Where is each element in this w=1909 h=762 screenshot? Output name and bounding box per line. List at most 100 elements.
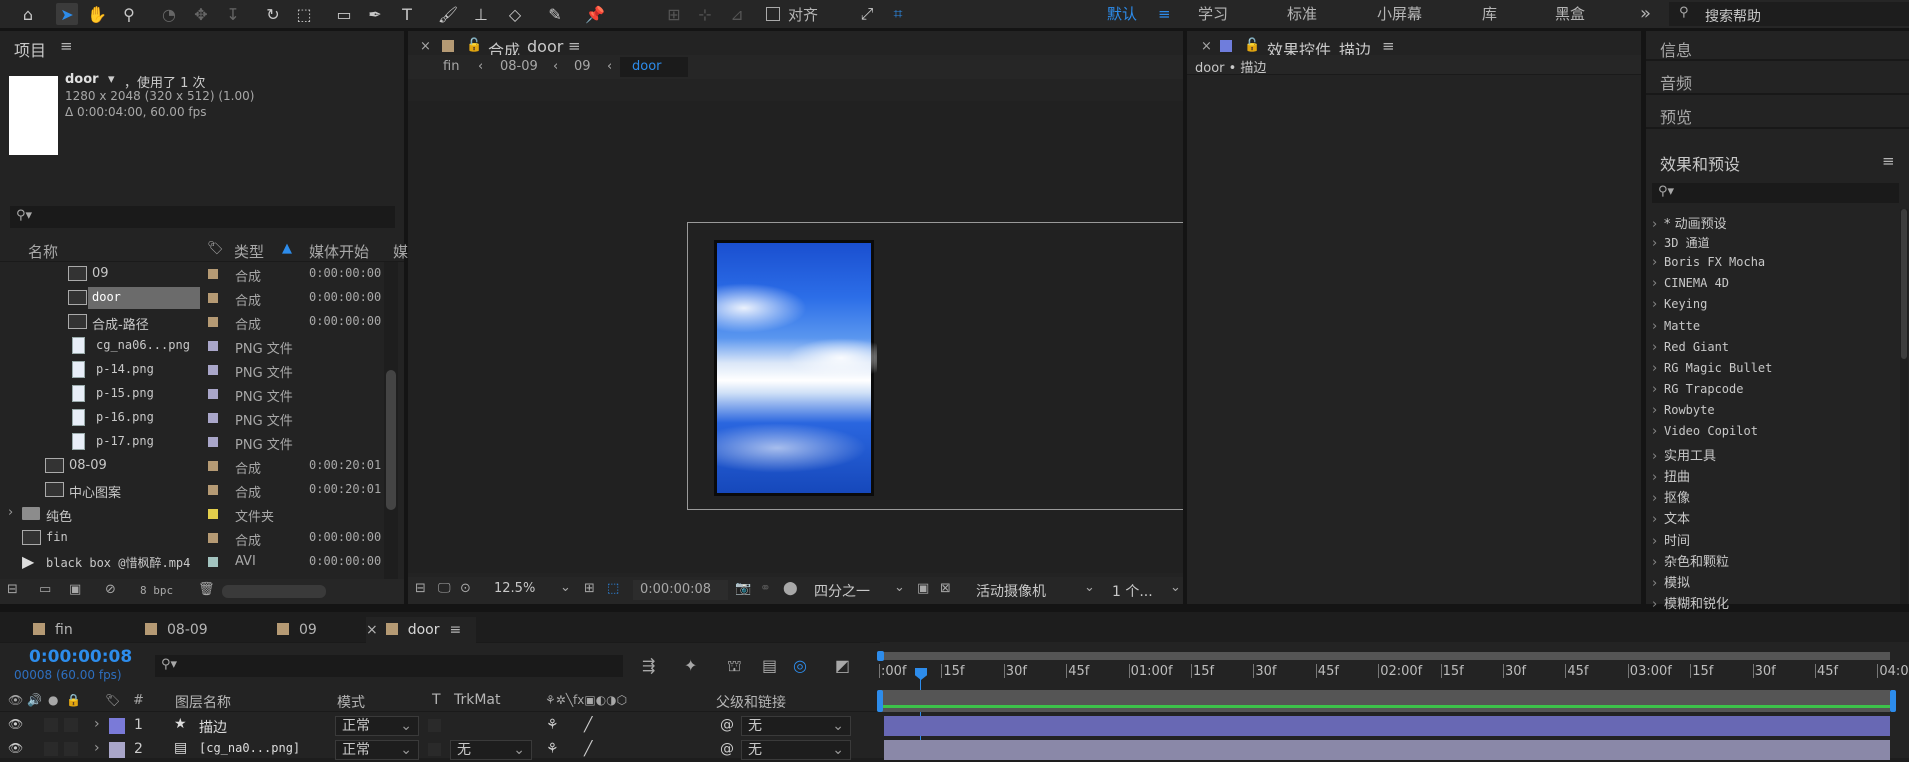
align-checkbox[interactable] bbox=[766, 7, 780, 21]
project-row[interactable]: fin 合成 0:00:00:00 bbox=[0, 526, 382, 550]
preserve-transparency-toggle[interactable] bbox=[428, 743, 441, 756]
timeline-search-input[interactable]: ⚲▾ bbox=[155, 655, 623, 677]
effects-category[interactable]: › Boris FX Mocha bbox=[1652, 255, 1765, 276]
snap-icon-3[interactable]: ⊿ bbox=[726, 3, 748, 25]
new-comp-icon[interactable]: ▣ bbox=[69, 582, 81, 597]
project-row[interactable]: › 纯色 文件夹 bbox=[0, 502, 382, 526]
effects-presets-menu-icon[interactable]: ≡ bbox=[1882, 152, 1895, 170]
rotate-tool-icon[interactable]: ↻ bbox=[262, 3, 284, 25]
effects-category[interactable]: › Red Giant bbox=[1652, 340, 1729, 361]
project-search-input[interactable]: ⚲▾ bbox=[10, 206, 395, 228]
label-color[interactable] bbox=[208, 389, 218, 399]
lock-toggle[interactable] bbox=[64, 742, 78, 756]
chevron-down-icon[interactable]: ⌄ bbox=[560, 580, 571, 595]
project-settings-icon[interactable]: ⊘ bbox=[105, 582, 116, 597]
brush-tool-icon[interactable]: 🖌 bbox=[437, 3, 459, 25]
selection-tool-icon[interactable]: ➤ bbox=[56, 3, 78, 25]
close-tab-icon[interactable]: × bbox=[420, 39, 431, 54]
effects-scrollbar[interactable] bbox=[1900, 209, 1908, 604]
effects-category[interactable]: › 3D 通道 bbox=[1652, 234, 1710, 255]
project-row[interactable]: 合成-路径 合成 0:00:00:00 bbox=[0, 310, 382, 334]
dolly-tool-icon[interactable]: ↧ bbox=[222, 3, 244, 25]
snap-frame-icon[interactable]: ⌗ bbox=[887, 3, 909, 25]
chevron-down-icon[interactable]: ⌄ bbox=[1170, 580, 1181, 595]
zoom-tool-icon[interactable]: ⚲ bbox=[118, 3, 140, 25]
col-trkmat[interactable]: TrkMat bbox=[454, 692, 501, 708]
close-tab-icon[interactable]: × bbox=[1201, 39, 1212, 54]
info-panel-header[interactable]: 信息 bbox=[1646, 31, 1909, 61]
effect-menu-icon[interactable]: ≡ bbox=[1382, 37, 1395, 55]
pen-tool-icon[interactable]: ✒ bbox=[364, 3, 386, 25]
workspace-library[interactable]: 库 bbox=[1482, 0, 1497, 28]
project-menu-icon[interactable]: ≡ bbox=[60, 37, 73, 55]
solo-toggle[interactable] bbox=[44, 718, 58, 732]
chevron-down-icon[interactable]: ⌄ bbox=[1084, 580, 1095, 595]
effects-category[interactable]: › CINEMA 4D bbox=[1652, 276, 1729, 297]
roi-icon[interactable]: ⬚ bbox=[607, 581, 619, 596]
roto-brush-icon[interactable]: ✎ bbox=[544, 3, 566, 25]
project-row[interactable]: door 合成 0:00:00:00 bbox=[0, 286, 382, 310]
transparency-grid-icon[interactable]: ▣ bbox=[917, 581, 929, 596]
effects-category[interactable]: › 模拟 bbox=[1652, 572, 1690, 593]
effects-category[interactable]: › 文本 bbox=[1652, 508, 1690, 529]
draft-3d-icon[interactable]: ✦ bbox=[684, 656, 697, 675]
eye-icon[interactable]: 👁 bbox=[8, 741, 23, 755]
scroll-thumb[interactable] bbox=[386, 370, 396, 510]
work-area-in-handle[interactable] bbox=[877, 690, 883, 712]
chevron-right-icon[interactable]: › bbox=[94, 740, 100, 756]
effects-category[interactable]: › Matte bbox=[1652, 319, 1700, 340]
chevron-right-icon[interactable]: › bbox=[94, 716, 100, 732]
workspace-menu-icon[interactable]: ≡ bbox=[1158, 0, 1171, 28]
eraser-tool-icon[interactable]: ◇ bbox=[504, 3, 526, 25]
project-row[interactable]: p-16.png PNG 文件 bbox=[0, 406, 382, 430]
preview-panel-header[interactable]: 预览 bbox=[1646, 97, 1909, 129]
effects-category[interactable]: › 抠像 bbox=[1652, 487, 1690, 508]
layer-mode-dropdown[interactable]: 正常 ⌄ bbox=[335, 740, 419, 760]
effects-category[interactable]: › Keying bbox=[1652, 297, 1707, 318]
parent-dropdown[interactable]: 无 ⌄ bbox=[741, 740, 851, 760]
anchor-tool-icon[interactable]: ⬚ bbox=[293, 3, 315, 25]
lock-icon[interactable]: 🔓 bbox=[466, 38, 482, 53]
monitor-icon[interactable]: 🖵 bbox=[438, 581, 451, 596]
label-color[interactable] bbox=[208, 533, 218, 543]
comp-menu-icon[interactable]: ≡ bbox=[568, 37, 581, 55]
safe-margins-icon[interactable]: ⊠ bbox=[940, 581, 951, 596]
label-color[interactable] bbox=[208, 293, 218, 303]
mask-icon[interactable]: ⊙ bbox=[460, 581, 471, 596]
lock-toggle[interactable] bbox=[64, 718, 78, 732]
snap-icon-1[interactable]: ⊞ bbox=[663, 3, 685, 25]
audio-icon[interactable]: 🔊 bbox=[27, 693, 42, 707]
crumb-08-09[interactable]: 08-09 bbox=[500, 59, 538, 74]
preserve-transparency-toggle[interactable] bbox=[428, 719, 441, 732]
crumb-current-box[interactable]: door bbox=[620, 57, 688, 77]
crumb-fin[interactable]: fin bbox=[443, 59, 459, 74]
project-row[interactable]: p-17.png PNG 文件 bbox=[0, 430, 382, 454]
camera-icon[interactable]: 📷 bbox=[735, 581, 751, 596]
timeline-tab-fin[interactable]: fin bbox=[33, 617, 73, 643]
label-color[interactable] bbox=[208, 509, 218, 519]
col-start[interactable]: 媒体开始 bbox=[309, 241, 369, 262]
timeline-tab-09[interactable]: 09 bbox=[277, 617, 317, 643]
delete-icon[interactable]: 🗑 bbox=[198, 582, 215, 597]
effects-category[interactable]: › RG Trapcode bbox=[1652, 382, 1743, 403]
project-row[interactable]: 09 合成 0:00:00:00 bbox=[0, 262, 382, 286]
effects-category[interactable]: › 模糊和锐化 bbox=[1652, 593, 1729, 614]
close-tab-icon[interactable]: × bbox=[366, 622, 378, 638]
work-area-bar[interactable] bbox=[880, 652, 1890, 660]
lock-icon[interactable]: 🔒 bbox=[66, 693, 81, 707]
project-row[interactable]: p-15.png PNG 文件 bbox=[0, 382, 382, 406]
timeline-tab-08-09[interactable]: 08-09 bbox=[145, 617, 208, 643]
chevron-right-icon[interactable]: › bbox=[8, 505, 13, 520]
switches-icons[interactable]: ⚘✲╲fx▣◐◑⬡ bbox=[545, 693, 627, 707]
search-help-box[interactable]: ⚲ 搜索帮助 bbox=[1669, 2, 1909, 26]
effects-category[interactable]: › 杂色和颗粒 bbox=[1652, 551, 1729, 572]
preview-dropdown-icon[interactable]: ▾ bbox=[108, 72, 115, 87]
shy-switch-icon[interactable]: ⚘ bbox=[546, 741, 559, 757]
workspace-small-screen[interactable]: 小屏幕 bbox=[1377, 0, 1422, 28]
label-color[interactable] bbox=[208, 437, 218, 447]
project-h-scroll[interactable] bbox=[222, 585, 326, 598]
interpret-footage-icon[interactable]: ⊟ bbox=[7, 582, 18, 597]
shy-layers-icon[interactable]: ⛫ bbox=[727, 656, 742, 677]
label-color[interactable] bbox=[208, 365, 218, 375]
layer-mode-dropdown[interactable]: 正常 ⌄ bbox=[335, 716, 419, 736]
